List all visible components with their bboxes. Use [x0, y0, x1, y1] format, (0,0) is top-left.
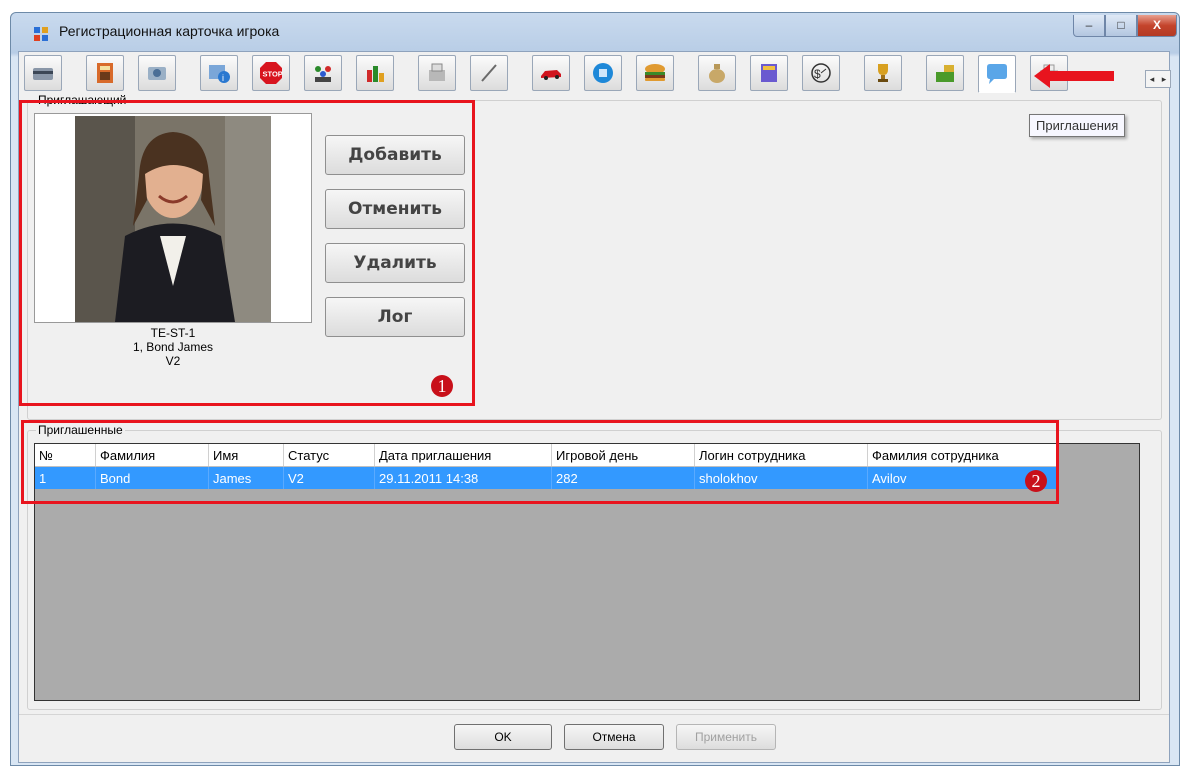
- annotation-badge-2: 2: [1025, 470, 1047, 492]
- scroll-left-icon[interactable]: ◂: [1150, 74, 1155, 85]
- red-arrow-icon: [1034, 64, 1114, 88]
- coin-button-icon: [593, 63, 613, 83]
- scroll-right-icon[interactable]: ▸: [1162, 74, 1167, 85]
- stop-icon: STOP: [260, 62, 283, 84]
- tab-info-card[interactable]: i: [200, 55, 238, 91]
- title-bar[interactable]: Регистрационная карточка игрока – □ X: [11, 13, 1179, 53]
- tab-trophy[interactable]: [864, 55, 902, 91]
- tab-clock-dollar[interactable]: $: [802, 55, 840, 91]
- tab-burger[interactable]: [636, 55, 674, 91]
- annotation-badge-1: 1: [431, 375, 453, 397]
- maximize-button[interactable]: □: [1105, 15, 1137, 37]
- highlight-box-2: [21, 420, 1059, 504]
- card-icon: [33, 68, 53, 80]
- app-icon: [33, 26, 49, 42]
- svg-text:i: i: [222, 73, 224, 83]
- tab-strip: i STOP $ ◂ ▸: [19, 55, 1171, 93]
- tab-money-bag[interactable]: [698, 55, 736, 91]
- trophy-icon: [878, 64, 888, 82]
- player-card-window: Регистрационная карточка игрока – □ X i …: [10, 12, 1180, 766]
- minimize-button[interactable]: –: [1073, 15, 1105, 37]
- svg-text:$: $: [814, 67, 821, 81]
- tab-books[interactable]: [750, 55, 788, 91]
- tab-stop[interactable]: STOP: [252, 55, 290, 91]
- tab-card[interactable]: [24, 55, 62, 91]
- close-button[interactable]: X: [1137, 15, 1177, 37]
- apply-button[interactable]: Применить: [676, 724, 776, 750]
- tab-invitations[interactable]: [978, 55, 1016, 93]
- money-hand-icon: [936, 65, 954, 82]
- calculator-icon: [97, 63, 113, 83]
- tab-people[interactable]: [304, 55, 342, 91]
- pen-icon: [481, 64, 497, 82]
- tab-camera[interactable]: [138, 55, 176, 91]
- tab-pen[interactable]: [470, 55, 508, 91]
- tab-coin-button[interactable]: [584, 55, 622, 91]
- highlight-box-1: [19, 100, 475, 406]
- money-bag-icon: [709, 64, 725, 83]
- tab-money-hand[interactable]: [926, 55, 964, 91]
- tab-cash-register[interactable]: [418, 55, 456, 91]
- tab-car[interactable]: [532, 55, 570, 91]
- bar-chart-icon: [367, 66, 384, 82]
- svg-text:STOP: STOP: [263, 70, 283, 79]
- tab-calculator[interactable]: [86, 55, 124, 91]
- clock-dollar-icon: $: [811, 63, 831, 83]
- tab-bar-chart[interactable]: [356, 55, 394, 91]
- window-title: Регистрационная карточка игрока: [59, 23, 280, 39]
- cancel-button[interactable]: Отмена: [564, 724, 664, 750]
- tab-scroll-arrows[interactable]: ◂ ▸: [1145, 70, 1171, 88]
- client-area: i STOP $ ◂ ▸ Приглашения Приглашающий TE…: [18, 51, 1171, 763]
- footer-divider: [19, 714, 1169, 715]
- books-icon: [761, 64, 777, 82]
- car-icon: [541, 70, 561, 80]
- ok-button[interactable]: OK: [454, 724, 552, 750]
- burger-icon: [645, 64, 665, 81]
- camera-icon: [148, 67, 166, 80]
- speech-bubble-icon: [987, 64, 1007, 84]
- people-icon: [315, 66, 331, 82]
- cash-register-icon: [429, 63, 445, 81]
- info-card-icon: i: [209, 65, 230, 83]
